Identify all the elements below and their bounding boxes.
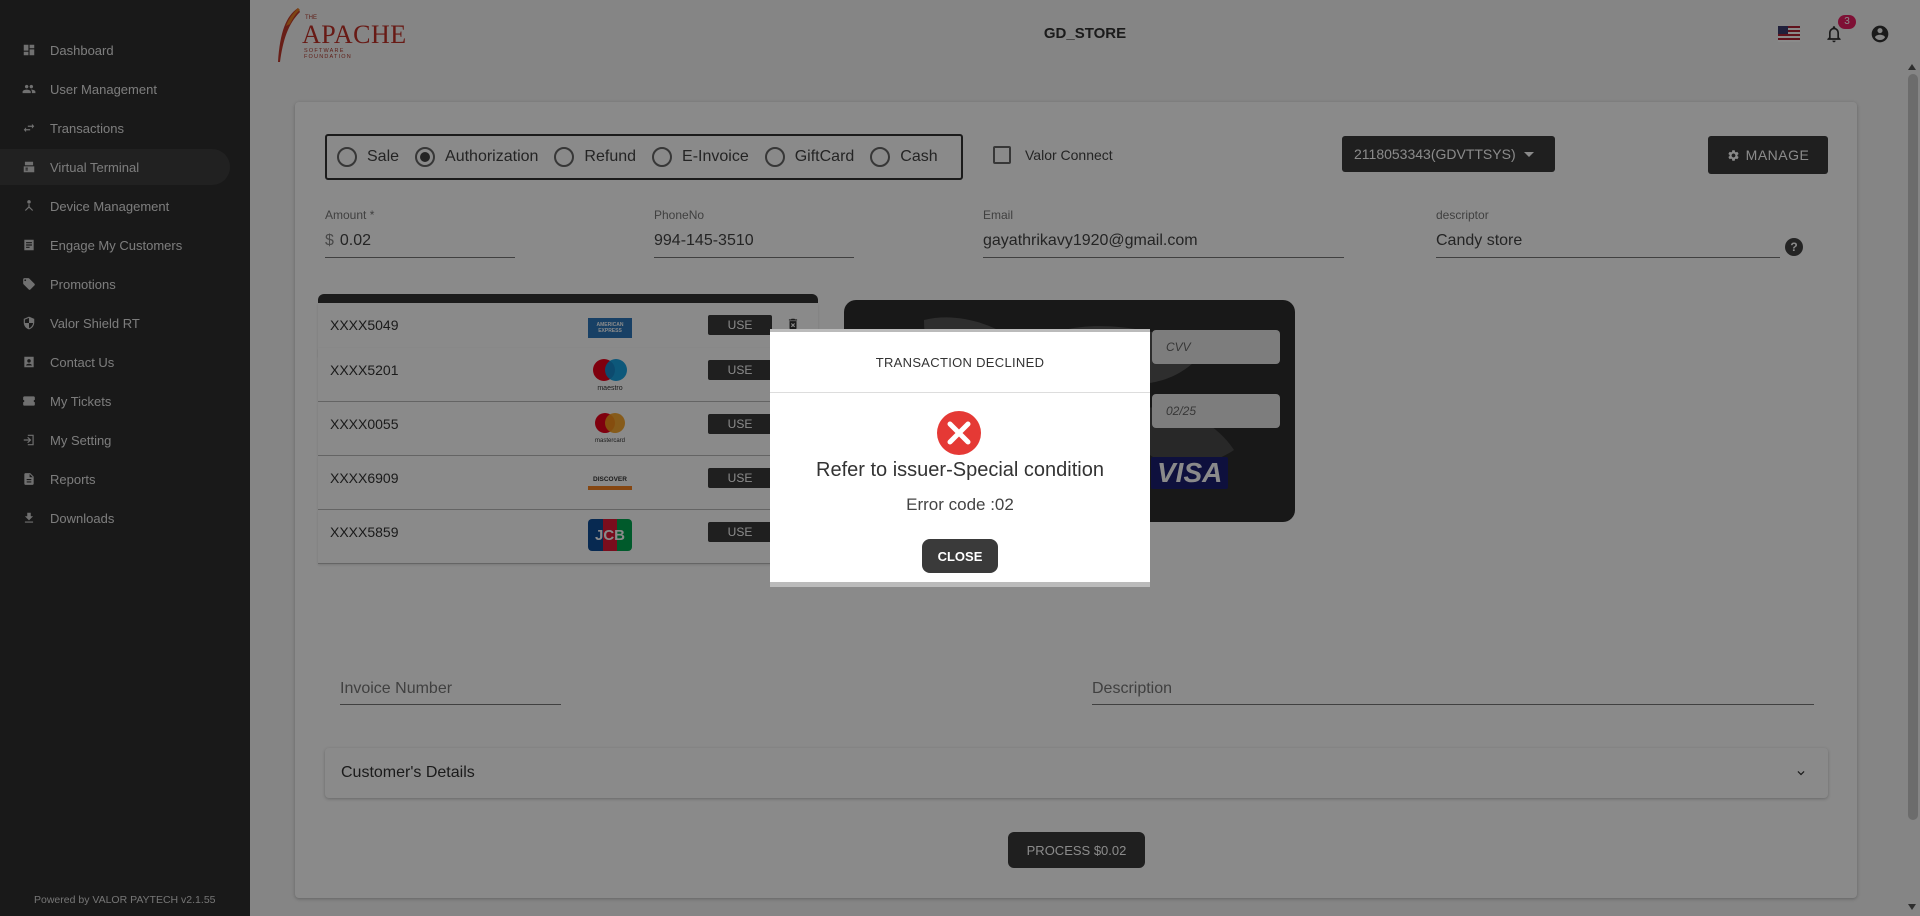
dialog-divider xyxy=(770,392,1150,393)
transaction-declined-dialog: TRANSACTION DECLINED Refer to issuer-Spe… xyxy=(770,329,1150,587)
error-icon xyxy=(937,411,981,455)
dialog-title: TRANSACTION DECLINED xyxy=(875,355,1045,370)
close-button[interactable]: CLOSE xyxy=(922,539,998,573)
dialog-message: Refer to issuer-Special condition xyxy=(816,459,1104,481)
dialog-error-code: Error code :02 xyxy=(906,495,1014,514)
